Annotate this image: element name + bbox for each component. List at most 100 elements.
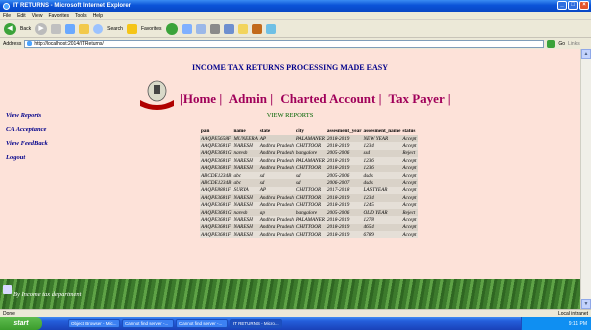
table-cell: naresh <box>233 209 248 216</box>
table-cell: NARESH <box>233 202 253 209</box>
favorites-star-icon[interactable] <box>126 23 137 34</box>
edit-icon[interactable] <box>223 23 234 34</box>
table-cell: PALAMANER <box>295 157 325 164</box>
table-cell: CHITTOOR <box>295 194 322 201</box>
media-icon[interactable] <box>165 22 178 35</box>
sidebar-item-ca-acceptance[interactable]: CA Acceptance <box>6 126 48 133</box>
zone-text: Local intranet <box>557 310 588 317</box>
close-button[interactable]: × <box>579 1 589 10</box>
go-arrow-icon[interactable] <box>547 39 556 48</box>
table-cell: NARESH <box>233 157 253 164</box>
print-icon[interactable] <box>209 23 220 34</box>
table-cell: 2018-2019 <box>326 135 350 142</box>
refresh-icon[interactable] <box>65 23 76 34</box>
maximize-button[interactable]: □ <box>568 1 578 10</box>
address-input[interactable]: http://localhost:2014/ITReturns/ <box>24 39 545 48</box>
task-cannot-find-1[interactable]: Cannot find server -... <box>122 319 174 328</box>
home-icon[interactable] <box>79 23 90 34</box>
back-button-label[interactable]: Back <box>20 26 31 32</box>
table-cell: NEW YEAR <box>363 135 389 142</box>
table-cell: AAQPE3681F <box>201 194 231 201</box>
table-cell: AAQPE3681F <box>201 143 231 150</box>
table-row: AAQPE3681F NARESH Andhra Pradesh CHITTOOR 20… <box>200 223 418 232</box>
nav-charted-account[interactable]: Charted Account | <box>280 91 381 106</box>
menu-edit[interactable]: Edit <box>17 13 26 19</box>
table-cell: CHITTOOR <box>295 165 322 172</box>
table-cell: Accept <box>402 172 417 179</box>
table-cell: Andhra Pradesh <box>259 194 294 201</box>
footer-banner: By Income tax department <box>0 279 580 309</box>
table-row: AAQPE3681F NARESH Andhra Pradesh CHITTOOR 20… <box>200 231 418 239</box>
table-body: AAQPE5658F MUNEERA AP PALAMANER 2018-2019 NEW… <box>200 135 418 239</box>
col-header-assesment-name: assesment_name <box>363 128 401 134</box>
table-cell: bangalore <box>295 209 318 216</box>
menu-help[interactable]: Help <box>93 13 103 19</box>
table-cell: sd <box>259 172 265 179</box>
window-titlebar: IT RETURNS - Microsoft Internet Explorer… <box>0 0 591 12</box>
status-bar: Done Local intranet <box>0 309 591 317</box>
sidebar-item-view-reports[interactable]: View Reports <box>6 112 48 119</box>
mail-icon[interactable] <box>195 23 206 34</box>
table-cell: NARESH <box>233 165 253 172</box>
nav-home[interactable]: |Home | <box>180 91 222 106</box>
menu-view[interactable]: View <box>32 13 43 19</box>
search-button-label[interactable]: Search <box>107 26 123 32</box>
table-cell: Andhra Pradesh <box>259 165 294 172</box>
sidebar-item-view-feedback[interactable]: View FeedBack <box>6 140 48 147</box>
nav-admin[interactable]: Admin | <box>229 91 273 106</box>
history-icon[interactable] <box>181 23 192 34</box>
minimize-button[interactable]: _ <box>557 1 567 10</box>
address-value[interactable]: http://localhost:2014/ITReturns/ <box>34 41 103 47</box>
footer-logo-icon <box>3 285 12 294</box>
sidebar-item-logout[interactable]: Logout <box>6 154 48 161</box>
stop-icon[interactable] <box>51 23 62 34</box>
table-cell: 2018-2019 <box>326 165 350 172</box>
menu-file[interactable]: File <box>3 13 11 19</box>
address-bar: Address http://localhost:2014/ITReturns/… <box>0 38 591 49</box>
emblem-logo-icon <box>140 80 174 110</box>
task-it-returns[interactable]: IT RETURNS - Micro... <box>230 319 282 328</box>
back-arrow-icon[interactable]: ◀ <box>4 22 16 35</box>
table-row: AAQPE3681F NARESH Andhra Pradesh CHITTOOR 20… <box>200 194 418 202</box>
view-reports-title: VIEW REPORTS <box>266 112 314 119</box>
table-cell: sd <box>259 180 265 187</box>
table-row: AAQPE3681G naresh Andhra Pradesh bangalore 2… <box>200 149 418 158</box>
table-cell: 2005-2006 <box>326 172 350 179</box>
table-cell: Andhra Pradesh <box>259 216 294 223</box>
table-cell: 2018-2019 <box>326 224 350 231</box>
start-label[interactable]: start <box>13 320 28 327</box>
nav-tax-payer[interactable]: Tax Payer | <box>389 91 451 106</box>
table-row: AAQPE5658F MUNEERA AP PALAMANER 2018-2019 NEW… <box>200 135 418 143</box>
menu-favorites[interactable]: Favorites <box>48 13 69 19</box>
start-button[interactable]: start <box>0 317 42 330</box>
research-icon[interactable] <box>251 23 262 34</box>
favorites-button-label[interactable]: Favorites <box>141 26 162 32</box>
table-cell: AAQPE3681F <box>201 224 231 231</box>
table-cell: ap <box>259 209 265 216</box>
taskbar: start Object Browser - Mic... Cannot fin… <box>0 317 591 330</box>
table-cell: Andhra Pradesh <box>259 157 294 164</box>
vertical-scrollbar[interactable]: ▲ ▼ <box>580 49 591 309</box>
table-cell: AAQPE3681F <box>201 165 231 172</box>
table-cell: ssd <box>363 150 371 157</box>
folder-icon[interactable] <box>237 23 248 34</box>
go-button-label[interactable]: Go <box>558 41 565 47</box>
links-label[interactable]: Links <box>568 41 580 47</box>
messenger-icon[interactable] <box>265 23 276 34</box>
menu-tools[interactable]: Tools <box>75 13 87 19</box>
browser-toolbar: ◀ Back ▶ Search Favorites <box>0 20 591 38</box>
table-cell: PALAMANER <box>295 135 325 142</box>
table-cell: Andhra Pradesh <box>259 224 294 231</box>
table-cell: Andhra Pradesh <box>259 202 294 209</box>
table-cell: Reject <box>402 209 416 216</box>
table-cell: 2005-2006 <box>326 150 350 157</box>
table-cell: NARESH <box>233 216 253 223</box>
table-cell: 2005-2006 <box>326 209 350 216</box>
scroll-down-icon[interactable]: ▼ <box>581 299 591 309</box>
forward-arrow-icon[interactable]: ▶ <box>35 22 48 35</box>
table-cell: Accept <box>402 194 417 201</box>
task-cannot-find-2[interactable]: Cannot find server -... <box>176 319 228 328</box>
scroll-up-icon[interactable]: ▲ <box>581 49 591 59</box>
task-object-browser[interactable]: Object Browser - Mic... <box>68 319 120 328</box>
search-icon[interactable] <box>93 23 104 34</box>
